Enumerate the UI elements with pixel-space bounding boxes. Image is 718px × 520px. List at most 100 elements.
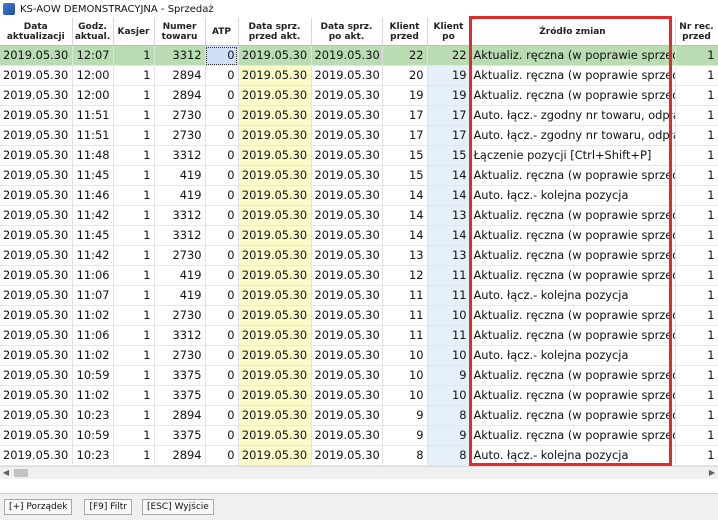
item-number-cell[interactable]: 3312 <box>154 145 206 166</box>
time-cell[interactable]: 11:48 <box>72 145 114 166</box>
date-cell[interactable]: 2019.05.30 <box>0 105 73 126</box>
sale-date-after-cell[interactable]: 2019.05.30 <box>311 65 383 86</box>
table-row[interactable]: 2019.05.30 10:59 1 3375 0 2019.05.30 2019.05.3… <box>0 365 718 386</box>
time-cell[interactable]: 11:06 <box>72 325 114 346</box>
table-row[interactable]: 2019.05.30 11:06 1 3312 0 2019.05.30 2019.05.3… <box>0 325 718 346</box>
date-cell[interactable]: 2019.05.30 <box>0 305 73 326</box>
item-number-cell[interactable]: 3312 <box>154 45 206 66</box>
column-header[interactable]: Data sprz. przed akt. <box>238 18 312 46</box>
item-number-cell[interactable]: 3312 <box>154 205 206 226</box>
change-source-cell[interactable]: Auto. łącz.- kolejna pozycja <box>470 345 676 366</box>
cashier-cell[interactable]: 1 <box>113 245 155 266</box>
client-before-cell[interactable]: 20 <box>382 65 428 86</box>
client-after-cell[interactable]: 9 <box>427 425 471 446</box>
sale-date-before-cell[interactable]: 2019.05.30 <box>238 145 312 166</box>
date-cell[interactable]: 2019.05.30 <box>0 265 73 286</box>
time-cell[interactable]: 10:59 <box>72 425 114 446</box>
client-after-cell[interactable]: 10 <box>427 305 471 326</box>
sale-date-before-cell[interactable]: 2019.05.30 <box>238 65 312 86</box>
time-cell[interactable]: 11:06 <box>72 265 114 286</box>
client-before-cell[interactable]: 14 <box>382 225 428 246</box>
client-before-cell[interactable]: 10 <box>382 345 428 366</box>
cashier-cell[interactable]: 1 <box>113 225 155 246</box>
client-before-cell[interactable]: 11 <box>382 325 428 346</box>
change-source-cell[interactable]: Auto. łącz.- zgodny nr towaru, odpłatnoś… <box>470 125 676 146</box>
client-after-cell[interactable]: 9 <box>427 365 471 386</box>
time-cell[interactable]: 11:42 <box>72 205 114 226</box>
cashier-cell[interactable]: 1 <box>113 105 155 126</box>
table-row[interactable]: 2019.05.30 11:51 1 2730 0 2019.05.30 2019.05.3… <box>0 125 718 146</box>
sale-date-before-cell[interactable]: 2019.05.30 <box>238 165 312 186</box>
client-before-cell[interactable]: 17 <box>382 125 428 146</box>
filter-button[interactable]: [F9] Filtr <box>84 499 132 515</box>
client-after-cell[interactable]: 13 <box>427 205 471 226</box>
column-header[interactable]: ATP <box>205 18 239 46</box>
atp-cell[interactable]: 0 <box>205 265 239 286</box>
column-header[interactable]: Źródło zmian <box>470 18 676 46</box>
date-cell[interactable]: 2019.05.30 <box>0 225 73 246</box>
sale-date-before-cell[interactable]: 2019.05.30 <box>238 325 312 346</box>
sale-date-after-cell[interactable]: 2019.05.30 <box>311 205 383 226</box>
cashier-cell[interactable]: 1 <box>113 345 155 366</box>
client-before-cell[interactable]: 11 <box>382 305 428 326</box>
sale-date-after-cell[interactable]: 2019.05.30 <box>311 405 383 426</box>
column-header[interactable]: Data sprz. po akt. <box>311 18 383 46</box>
client-before-cell[interactable]: 10 <box>382 385 428 406</box>
cashier-cell[interactable]: 1 <box>113 205 155 226</box>
item-number-cell[interactable]: 419 <box>154 285 206 306</box>
atp-cell[interactable]: 0 <box>205 385 239 406</box>
time-cell[interactable]: 11:02 <box>72 345 114 366</box>
client-before-cell[interactable]: 9 <box>382 425 428 446</box>
change-source-cell[interactable]: Auto. łącz.- kolejna pozycja <box>470 285 676 306</box>
client-before-cell[interactable]: 19 <box>382 85 428 106</box>
client-before-cell[interactable]: 14 <box>382 205 428 226</box>
table-row[interactable]: 2019.05.30 11:07 1 419 0 2019.05.30 2019.05.30… <box>0 285 718 306</box>
atp-cell[interactable]: 0 <box>205 225 239 246</box>
change-source-cell[interactable]: Auto. łącz.- zgodny nr towaru, odpłatnoś… <box>470 105 676 126</box>
time-cell[interactable]: 10:23 <box>72 445 114 466</box>
table-row[interactable]: 2019.05.30 11:48 1 3312 0 2019.05.30 2019.05.3… <box>0 145 718 166</box>
atp-cell[interactable]: 0 <box>205 185 239 206</box>
item-number-cell[interactable]: 2894 <box>154 405 206 426</box>
sale-date-before-cell[interactable]: 2019.05.30 <box>238 245 312 266</box>
atp-cell[interactable]: 0 <box>205 325 239 346</box>
sale-date-after-cell[interactable]: 2019.05.30 <box>311 345 383 366</box>
sale-date-after-cell[interactable]: 2019.05.30 <box>311 385 383 406</box>
date-cell[interactable]: 2019.05.30 <box>0 125 73 146</box>
client-before-cell[interactable]: 12 <box>382 265 428 286</box>
atp-cell[interactable]: 0 <box>205 245 239 266</box>
client-before-cell[interactable]: 10 <box>382 365 428 386</box>
client-after-cell[interactable]: 13 <box>427 245 471 266</box>
atp-cell[interactable]: 0 <box>205 105 239 126</box>
atp-cell[interactable]: 0 <box>205 365 239 386</box>
time-cell[interactable]: 11:46 <box>72 185 114 206</box>
client-after-cell[interactable]: 11 <box>427 325 471 346</box>
item-number-cell[interactable]: 2730 <box>154 305 206 326</box>
time-cell[interactable]: 10:59 <box>72 365 114 386</box>
scroll-right-icon[interactable]: ▶ <box>706 467 718 479</box>
table-row[interactable]: 2019.05.30 11:02 1 3375 0 2019.05.30 2019.05.3… <box>0 385 718 406</box>
atp-cell[interactable]: 0 <box>205 65 239 86</box>
sale-date-after-cell[interactable]: 2019.05.30 <box>311 225 383 246</box>
change-source-cell[interactable]: Aktualiz. ręczna (w poprawie sprzedaży) <box>470 65 676 86</box>
receipt-number-cell[interactable]: 1 <box>675 245 718 266</box>
table-row[interactable]: 2019.05.30 11:06 1 419 0 2019.05.30 2019.05.30… <box>0 265 718 286</box>
item-number-cell[interactable]: 419 <box>154 185 206 206</box>
time-cell[interactable]: 12:00 <box>72 65 114 86</box>
sale-date-before-cell[interactable]: 2019.05.30 <box>238 405 312 426</box>
item-number-cell[interactable]: 2894 <box>154 445 206 466</box>
date-cell[interactable]: 2019.05.30 <box>0 165 73 186</box>
change-source-cell[interactable]: Aktualiz. ręczna (w poprawie sprzedaży) <box>470 205 676 226</box>
table-row[interactable]: 2019.05.30 10:23 1 2894 0 2019.05.30 2019.05.3… <box>0 445 718 466</box>
client-after-cell[interactable]: 19 <box>427 65 471 86</box>
table-row[interactable]: 2019.05.30 11:42 1 2730 0 2019.05.30 2019.05.3… <box>0 245 718 266</box>
sale-date-before-cell[interactable]: 2019.05.30 <box>238 285 312 306</box>
change-source-cell[interactable]: Aktualiz. ręczna (w poprawie sprzedaży) <box>470 385 676 406</box>
sale-date-before-cell[interactable]: 2019.05.30 <box>238 365 312 386</box>
client-after-cell[interactable]: 8 <box>427 445 471 466</box>
atp-cell[interactable]: 0 <box>205 205 239 226</box>
atp-cell[interactable]: 0 <box>205 305 239 326</box>
scroll-thumb[interactable] <box>14 469 28 477</box>
date-cell[interactable]: 2019.05.30 <box>0 425 73 446</box>
date-cell[interactable]: 2019.05.30 <box>0 405 73 426</box>
